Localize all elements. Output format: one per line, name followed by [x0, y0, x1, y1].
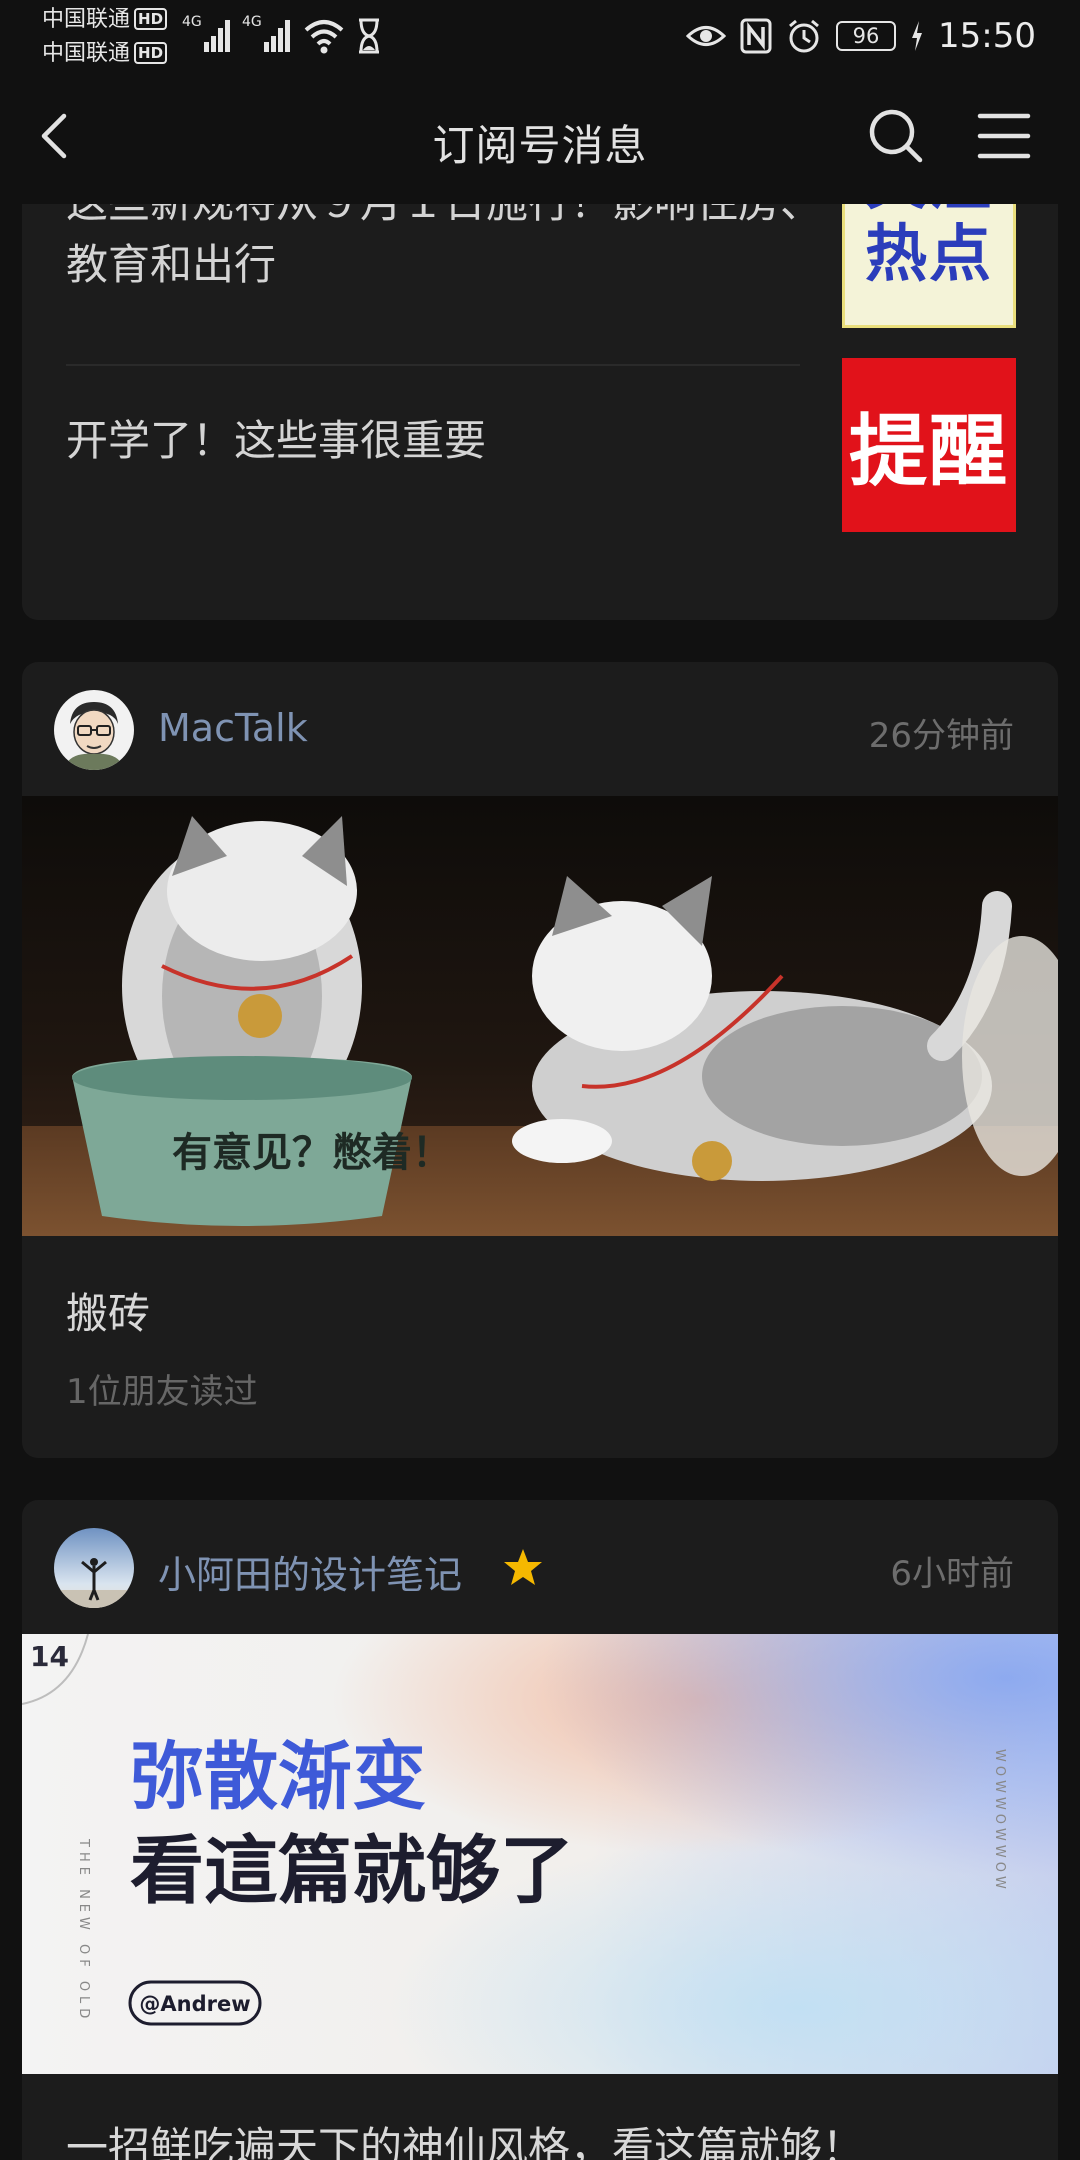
article-title[interactable]: 开学了！这些事很重要: [66, 410, 826, 472]
nav-bar: 订阅号消息: [0, 72, 1080, 204]
menu-icon: [977, 113, 1031, 159]
search-button[interactable]: [866, 106, 926, 166]
thumbnail-text-line-2: 热点: [864, 217, 993, 290]
status-icons-left: 4G 4G: [182, 12, 384, 56]
article-title[interactable]: 搬砖: [66, 1280, 150, 1341]
timestamp: 26分钟前: [868, 716, 1014, 756]
alarm-icon: [789, 19, 819, 53]
cover-text: 有意见？憋着！: [172, 1130, 452, 1176]
network-2-label: 4G: [242, 14, 262, 30]
cover-title-2: 看這篇就够了: [130, 1828, 574, 1914]
avatar[interactable]: [54, 690, 134, 770]
article-title[interactable]: 一招鲜吃遍天下的神仙风格，看这篇就够！: [66, 2114, 864, 2160]
hourglass-icon: [359, 18, 379, 54]
cover-image: 有意见？憋着！: [22, 796, 1058, 1236]
carrier-2: 中国联通 HD: [42, 41, 168, 67]
article-card: 小阿田的设计笔记 6小时前 14 弥散渐变 看這篇就够了 THE NEW OF …: [22, 1500, 1058, 2160]
nfc-icon: [740, 18, 772, 54]
cover-image: 14 弥散渐变 看這篇就够了 THE NEW OF OLD WOWWOWWOW …: [22, 1633, 1058, 2074]
menu-button[interactable]: [974, 106, 1034, 166]
avatar[interactable]: [54, 1528, 134, 1608]
signal-icon: 4G: [182, 14, 230, 52]
search-icon: [869, 109, 923, 163]
wifi-icon: [304, 20, 344, 54]
charging-icon: [912, 21, 923, 51]
signal-icon-2: 4G: [242, 14, 290, 52]
status-icons-right: 96 15:50: [686, 12, 1036, 60]
eye-icon: [686, 26, 727, 46]
message-feed[interactable]: 这些新规将从９月１日施行！影响住房、教育和出行 关注 热点 开学了！这些事很重要…: [0, 204, 1080, 2160]
cover-title-1: 弥散渐变: [130, 1734, 426, 1820]
avatar-image: [54, 1528, 134, 1608]
account-name[interactable]: 小阿田的设计笔记: [158, 1544, 462, 1599]
cover-side-text: THE NEW OF OLD: [76, 1838, 91, 2023]
read-count: 1位朋友读过: [66, 1372, 258, 1412]
clock: 15:50: [938, 16, 1036, 56]
article-thumbnail[interactable]: 提醒: [842, 358, 1016, 532]
account-name[interactable]: MacTalk: [158, 706, 308, 750]
battery-icon: 96: [836, 21, 897, 51]
thumbnail-text: 提醒: [848, 407, 1009, 497]
article-cover[interactable]: 14 弥散渐变 看這篇就够了 THE NEW OF OLD WOWWOWWOW …: [22, 1633, 1058, 2074]
article-cover[interactable]: 有意见？憋着！: [22, 796, 1058, 1236]
hd-badge-1: HD: [134, 8, 168, 30]
avatar-image: [54, 690, 134, 770]
cover-number: 14: [30, 1640, 69, 1673]
carrier-2-label: 中国联通: [42, 41, 131, 66]
network-1-label: 4G: [182, 14, 202, 30]
hd-badge-2: HD: [134, 42, 168, 64]
cover-right-text: WOWWOWWOW: [992, 1749, 1007, 1893]
article-card: MacTalk 26分钟前 有意见？憋着！ 搬砖 1位朋友读过: [22, 662, 1058, 1458]
timestamp: 6小时前: [890, 1554, 1014, 1594]
star-icon: [504, 1549, 542, 1585]
carrier-1: 中国联通 HD: [42, 7, 168, 33]
card-header[interactable]: 小阿田的设计笔记 6小时前: [22, 1500, 1058, 1634]
status-bar: 中国联通 HD 中国联通 HD 4G 4G 96 15:50: [0, 0, 1080, 72]
article-card: 这些新规将从９月１日施行！影响住房、教育和出行 关注 热点 开学了！这些事很重要…: [22, 204, 1058, 620]
card-header[interactable]: MacTalk 26分钟前: [22, 662, 1058, 796]
article-thumbnail[interactable]: 关注 热点: [842, 204, 1016, 328]
carrier-1-label: 中国联通: [42, 7, 131, 32]
article-title[interactable]: 这些新规将从９月１日施行！影响住房、教育和出行: [66, 204, 826, 296]
divider: [66, 364, 800, 366]
cover-author: @Andrew: [139, 1992, 250, 2016]
thumbnail-text-line-1: 关注: [865, 204, 993, 218]
